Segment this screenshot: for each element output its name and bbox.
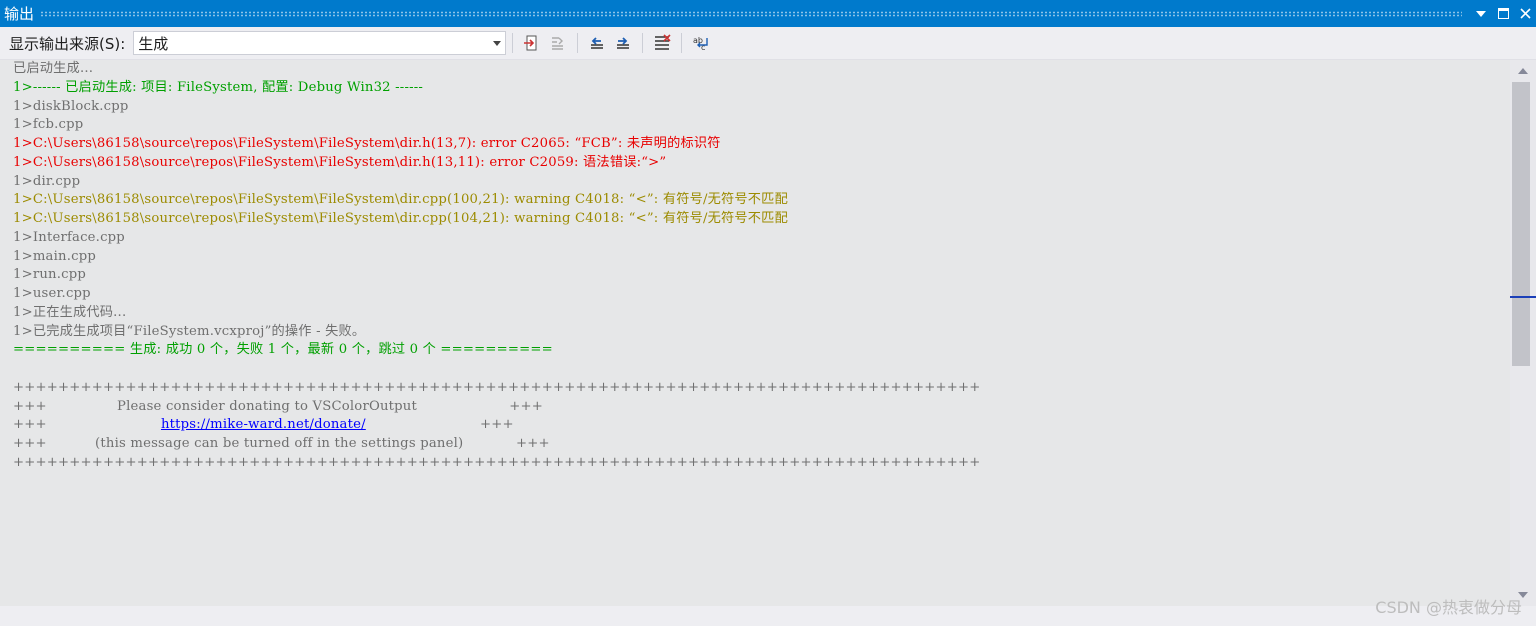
output-source-select[interactable]: 生成 (133, 31, 507, 55)
output-line: +++ (this message can be turned off in t… (13, 436, 550, 451)
window-title: 输出 (4, 5, 35, 23)
output-line: 1>Interface.cpp (13, 229, 125, 245)
close-icon[interactable] (1514, 3, 1536, 25)
output-line: 1>------ 已启动生成: 项目: FileSystem, 配置: Debu… (13, 79, 424, 95)
previous-message-icon[interactable] (585, 31, 609, 55)
output-toolbar: 显示输出来源(S): 生成 ab c (0, 27, 1536, 60)
window-options-dropdown-icon[interactable] (1470, 3, 1492, 25)
output-pane[interactable]: 已启动生成… 1>------ 已启动生成: 项目: FileSystem, 配置… (0, 60, 1507, 606)
toolbar-separator (577, 33, 579, 53)
word-wrap-icon[interactable]: ab c (689, 31, 713, 55)
output-line: 1>dir.cpp (13, 173, 81, 189)
output-source-label: 显示输出来源(S): (9, 34, 126, 53)
output-line-segment: +++ (365, 417, 514, 433)
output-line: 1>C:\Users\86158\source\repos\FileSystem… (13, 136, 721, 151)
output-line: 1>run.cpp (13, 267, 86, 283)
output-line: 1>C:\Users\86158\source\repos\FileSystem… (13, 154, 667, 170)
scrollbar-position-marker (1510, 296, 1536, 298)
scroll-up-arrow-icon[interactable] (1510, 62, 1536, 80)
go-to-current-icon[interactable] (520, 31, 544, 55)
output-line: 1>diskBlock.cpp (13, 98, 129, 114)
output-line: +++ Please consider donating to VSColorO… (13, 398, 543, 414)
output-line: 已启动生成… (13, 61, 94, 76)
output-line: 1>已完成生成项目“FileSystem.vcxproj”的操作 - 失败。 (13, 323, 366, 339)
output-lines: 已启动生成… 1>------ 已启动生成: 项目: FileSystem, 配置… (0, 60, 1507, 473)
output-line: +++ https://mike-ward.net/donate/ +++ (13, 416, 1507, 435)
output-line: ========== 生成: 成功 0 个，失败 1 个，最新 0 个，跳过 0… (13, 342, 553, 358)
donate-link[interactable]: https://mike-ward.net/donate/ (161, 417, 366, 432)
output-line: 1>C:\Users\86158\source\repos\FileSystem… (13, 211, 788, 226)
next-message-icon[interactable] (611, 31, 635, 55)
scrollbar-thumb[interactable] (1512, 82, 1530, 366)
output-source-value: 生成 (138, 34, 169, 53)
toolbar-separator (642, 33, 644, 53)
output-line: 1>C:\Users\86158\source\repos\FileSystem… (13, 192, 788, 208)
titlebar-grip[interactable] (40, 10, 1462, 17)
output-line: ++++++++++++++++++++++++++++++++++++++++… (13, 379, 981, 395)
watermark: CSDN @热衷做分母 (1375, 598, 1522, 617)
output-line: 1>main.cpp (13, 248, 96, 264)
toolbar-separator (512, 33, 514, 53)
bottom-strip (0, 606, 1536, 626)
output-line-segment: +++ (13, 417, 161, 433)
output-line: 1>user.cpp (13, 286, 91, 301)
output-line: ++++++++++++++++++++++++++++++++++++++++… (13, 454, 981, 470)
output-line: 1>fcb.cpp (13, 117, 84, 133)
clear-all-icon[interactable] (650, 31, 674, 55)
output-line: 1>正在生成代码... (13, 304, 127, 320)
maximize-icon[interactable] (1492, 3, 1514, 25)
toolbar-separator (681, 33, 683, 53)
tool-window-titlebar: 输出 (0, 0, 1536, 27)
chevron-down-icon (489, 39, 505, 48)
vertical-scrollbar[interactable] (1510, 60, 1536, 606)
find-message-icon[interactable] (546, 31, 570, 55)
